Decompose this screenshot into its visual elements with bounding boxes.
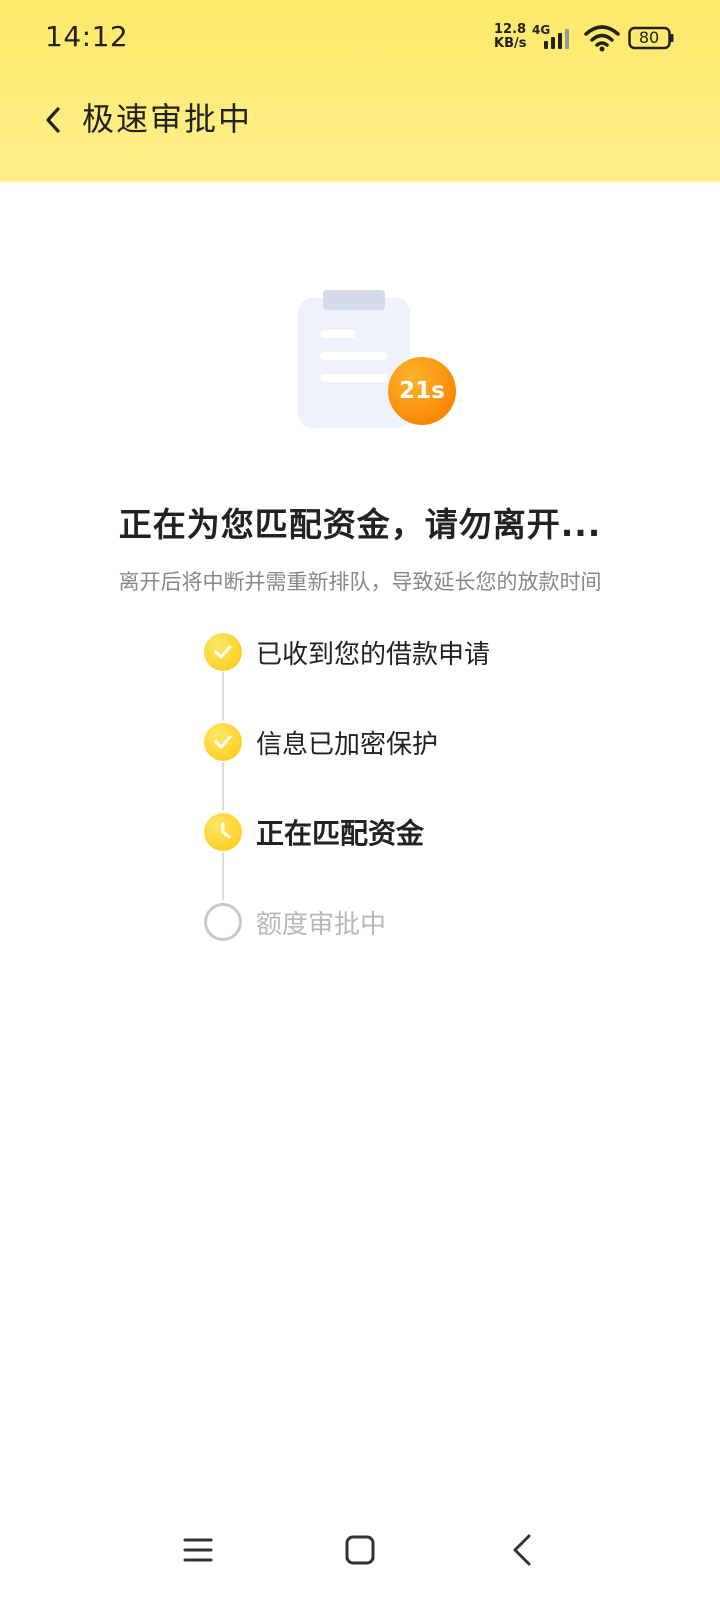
step-label: 额度审批中 <box>256 909 387 940</box>
page-title: 极速审批中 <box>82 100 253 138</box>
network-speed: 12.8 KB/s <box>494 23 532 51</box>
signal-icon <box>544 29 569 49</box>
menu-icon <box>183 1538 213 1562</box>
step-label: 正在匹配资金 <box>256 817 425 850</box>
step-label: 已收到您的借款申请 <box>256 639 491 670</box>
step-item-received: 已收到您的借款申请 <box>204 632 604 672</box>
system-back-button[interactable] <box>492 1520 552 1580</box>
back-triangle-icon <box>513 1534 531 1566</box>
home-button[interactable] <box>330 1520 390 1580</box>
step-connector <box>222 852 224 900</box>
home-square-icon <box>345 1535 375 1565</box>
step-item-encrypted: 信息已加密保护 <box>204 722 604 762</box>
clock-icon <box>204 813 242 851</box>
step-label: 信息已加密保护 <box>256 729 439 760</box>
recent-apps-button[interactable] <box>168 1520 228 1580</box>
network-speed-value: 12.8 <box>494 22 527 37</box>
step-connector <box>222 672 224 720</box>
step-item-matching: 正在匹配资金 <box>204 812 604 852</box>
step-item-approval: 额度审批中 <box>204 902 604 942</box>
status-bar: 14:12 12.8 KB/s 4G 80 <box>0 0 720 78</box>
battery-level: 80 <box>638 28 660 47</box>
network-speed-unit: KB/s <box>494 36 527 51</box>
step-connector <box>222 762 224 810</box>
headline: 正在为您匹配资金，请勿离开... <box>118 505 602 544</box>
system-nav-bar <box>0 1500 720 1600</box>
wifi-icon <box>584 25 620 52</box>
chevron-left-icon <box>46 107 60 133</box>
check-icon <box>204 633 242 671</box>
empty-circle-icon <box>204 903 242 941</box>
countdown-badge: 21s <box>388 357 456 425</box>
check-icon <box>204 723 242 761</box>
subtext: 离开后将中断并需重新排队，导致延长您的放款时间 <box>118 570 602 594</box>
status-time: 14:12 <box>45 20 129 53</box>
back-button[interactable] <box>36 98 70 142</box>
progress-steps: 已收到您的借款申请 信息已加密保护 正在匹配资金 额度审批中 <box>204 632 604 952</box>
